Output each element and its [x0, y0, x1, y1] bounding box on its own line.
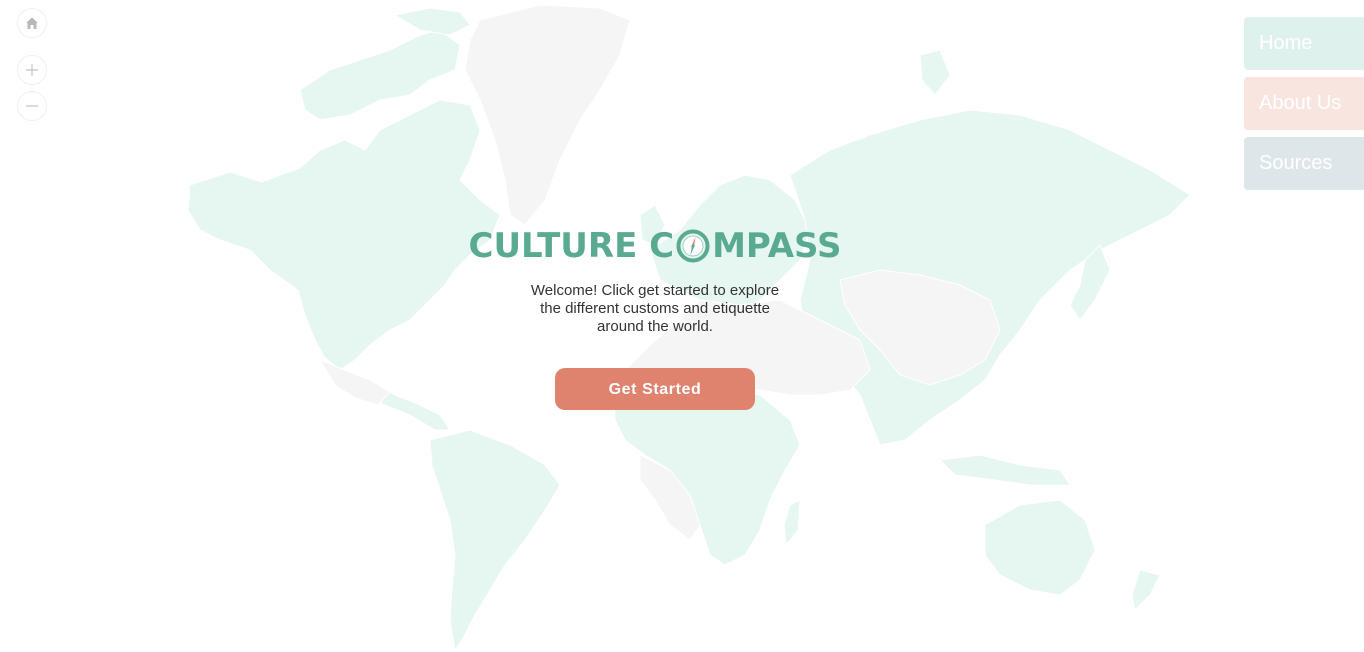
- hero: CULTURE C MPASS Welcome! Click get start…: [455, 224, 855, 410]
- logo-text-end: MPASS: [712, 226, 842, 266]
- side-nav: Home About Us Sources: [1244, 17, 1364, 197]
- get-started-button[interactable]: Get Started: [555, 368, 755, 410]
- welcome-text: Welcome! Click get started to explore th…: [530, 282, 780, 335]
- plus-icon: [26, 64, 38, 76]
- greenland-region: [464, 4, 631, 226]
- logo-text-start: CULTURE C: [468, 226, 675, 266]
- minus-icon: [26, 105, 38, 107]
- zoom-in-button[interactable]: [17, 55, 47, 85]
- south-america-region: [429, 429, 561, 652]
- nav-sources[interactable]: Sources: [1244, 137, 1364, 190]
- nav-home[interactable]: Home: [1244, 17, 1364, 70]
- home-icon: [26, 17, 38, 29]
- logo: CULTURE C MPASS: [469, 224, 842, 268]
- map-home-button[interactable]: [17, 8, 47, 38]
- australia-region: [984, 499, 1096, 596]
- zoom-out-button[interactable]: [17, 91, 47, 121]
- page: Home About Us Sources CULTURE C MPASS We…: [0, 0, 1364, 652]
- north-america-region: [187, 99, 501, 371]
- compass-icon: [676, 229, 710, 263]
- nav-about-us[interactable]: About Us: [1244, 77, 1364, 130]
